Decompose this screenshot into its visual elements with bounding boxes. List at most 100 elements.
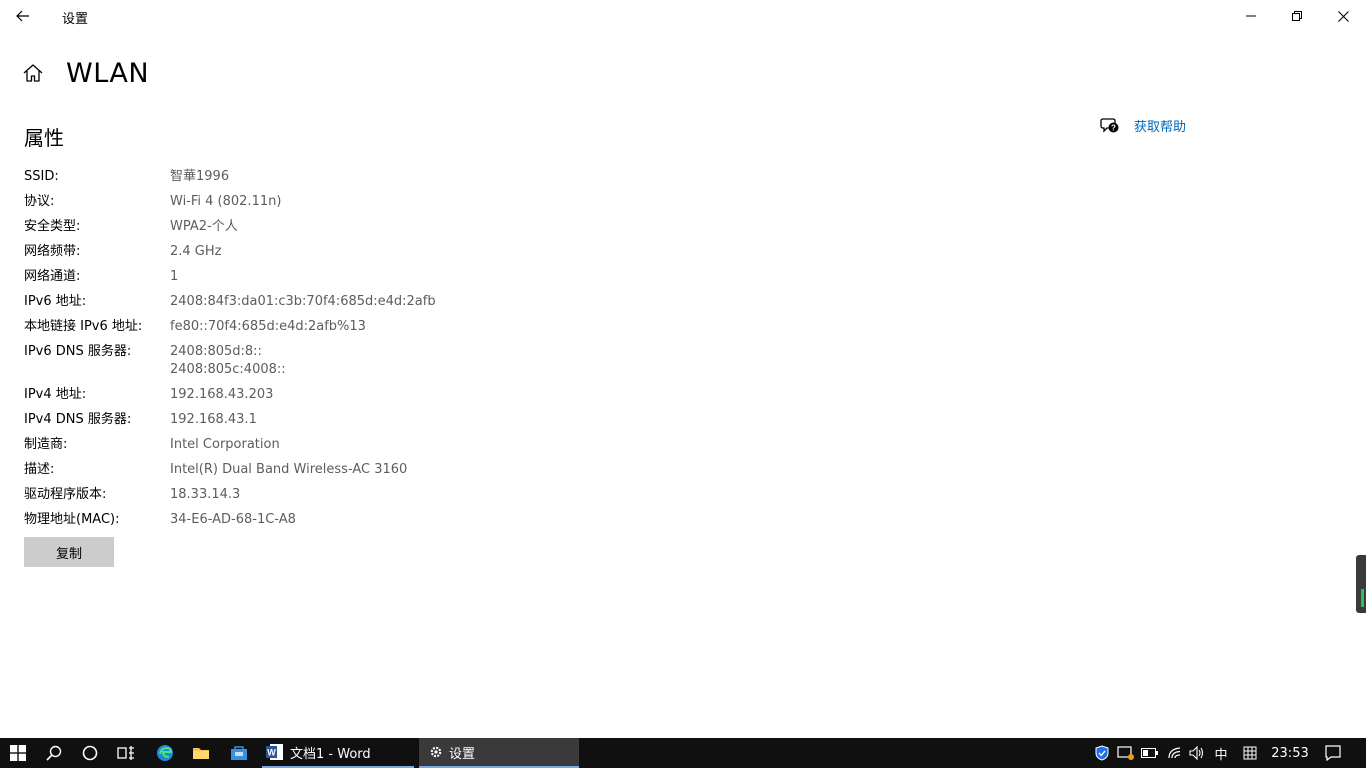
prop-value: Intel Corporation <box>170 437 280 452</box>
prop-value: Wi-Fi 4 (802.11n) <box>170 194 282 209</box>
search-button[interactable] <box>36 738 72 768</box>
start-button[interactable] <box>0 738 36 768</box>
prop-label: SSID: <box>24 169 59 184</box>
prop-value: 2408:84f3:da01:c3b:70f4:685d:e4d:2afb <box>170 294 436 309</box>
store-bag-icon <box>231 746 247 760</box>
prop-label: 本地链接 IPv6 地址: <box>24 319 143 334</box>
prop-label: 协议: <box>24 194 55 209</box>
cortana-button[interactable] <box>72 738 108 768</box>
tray-ime-options[interactable] <box>1240 738 1260 768</box>
tray-volume[interactable] <box>1187 738 1207 768</box>
prop-value: 2408:805d:8:: <box>170 344 262 359</box>
notification-icon <box>1325 745 1341 761</box>
shield-icon <box>1095 745 1109 761</box>
close-icon <box>1337 10 1349 22</box>
task-view-icon <box>117 746 134 760</box>
taskbar: W 文档1 - Word 设置 中 23:53 <box>0 738 1366 768</box>
prop-ssid: SSID: 智華1996 <box>24 168 624 186</box>
minimize-button[interactable] <box>1228 0 1274 32</box>
back-arrow-icon <box>16 10 29 22</box>
prop-value-multiline: 2408:805d:8:: 2408:805c:4008:: <box>170 343 286 379</box>
page-header: WLAN <box>22 56 149 90</box>
prop-ipv6-address: IPv6 地址: 2408:84f3:da01:c3b:70f4:685d:e4… <box>24 293 624 311</box>
prop-label: IPv6 地址: <box>24 294 87 309</box>
folder-icon <box>193 748 209 759</box>
ime-grid-icon <box>1243 746 1257 760</box>
prop-value: 34-E6-AD-68-1C-A8 <box>170 512 296 527</box>
restore-button[interactable] <box>1274 0 1320 32</box>
taskbar-settings-window[interactable]: 设置 <box>419 738 579 768</box>
window-title: 设置 <box>62 12 89 27</box>
handle-indicator <box>1361 589 1364 607</box>
speaker-icon <box>1189 746 1204 760</box>
monitor-alert-icon <box>1117 746 1134 760</box>
get-help[interactable]: ? 获取帮助 <box>1100 116 1186 135</box>
gear-icon <box>430 746 442 758</box>
section-title: 属性 <box>24 126 64 150</box>
prop-label: 网络通道: <box>24 269 81 284</box>
tray-app-update[interactable] <box>1116 738 1136 768</box>
home-icon[interactable] <box>22 62 44 84</box>
prop-ipv6-dns: IPv6 DNS 服务器: 2408:805d:8:: 2408:805c:40… <box>24 343 624 379</box>
get-help-link[interactable]: 获取帮助 <box>1134 116 1186 135</box>
tray-battery[interactable] <box>1140 738 1160 768</box>
prop-value: 1 <box>170 269 179 284</box>
prop-label: IPv4 地址: <box>24 387 87 402</box>
prop-link-local-ipv6: 本地链接 IPv6 地址: fe80::70f4:685d:e4d:2afb%1… <box>24 318 624 336</box>
prop-description: 描述: Intel(R) Dual Band Wireless-AC 3160 <box>24 461 624 479</box>
properties-list: SSID: 智華1996 协议: Wi-Fi 4 (802.11n) 安全类型:… <box>24 168 624 536</box>
word-icon: W <box>266 744 283 760</box>
taskbar-store[interactable] <box>221 738 257 768</box>
prop-value: WPA2-个人 <box>170 219 238 234</box>
tray-clock[interactable]: 23:53 <box>1266 738 1314 768</box>
battery-icon <box>1141 748 1158 758</box>
copy-button[interactable]: 复制 <box>24 537 114 567</box>
task-view-button[interactable] <box>108 738 144 768</box>
prop-value: 2408:805c:4008:: <box>170 362 286 377</box>
tray-wifi[interactable] <box>1165 738 1185 768</box>
tray-security[interactable] <box>1092 738 1112 768</box>
tray-action-center[interactable] <box>1320 738 1346 768</box>
close-button[interactable] <box>1320 0 1366 32</box>
prop-value: 18.33.14.3 <box>170 487 241 502</box>
taskbar-word-window[interactable]: W 文档1 - Word <box>262 738 414 768</box>
prop-label: 安全类型: <box>24 219 81 234</box>
prop-label: 物理地址(MAC): <box>24 512 120 527</box>
restore-icon <box>1292 11 1302 21</box>
title-bar: 设置 <box>0 0 1366 32</box>
prop-driver-version: 驱动程序版本: 18.33.14.3 <box>24 486 624 504</box>
prop-value: 智華1996 <box>170 169 230 184</box>
prop-value: Intel(R) Dual Band Wireless-AC 3160 <box>170 462 408 477</box>
prop-label: IPv6 DNS 服务器: <box>24 344 132 359</box>
prop-channel: 网络通道: 1 <box>24 268 624 286</box>
settings-window-label: 设置 <box>449 746 476 762</box>
help-chat-icon: ? <box>1100 117 1119 133</box>
prop-mac-address: 物理地址(MAC): 34-E6-AD-68-1C-A8 <box>24 511 624 529</box>
back-button[interactable] <box>8 2 38 30</box>
prop-ipv4-dns: IPv4 DNS 服务器: 192.168.43.1 <box>24 411 624 429</box>
page-title: WLAN <box>66 57 150 89</box>
svg-text:?: ? <box>1111 123 1116 132</box>
word-window-label: 文档1 - Word <box>290 746 371 762</box>
prop-value: fe80::70f4:685d:e4d:2afb%13 <box>170 319 366 334</box>
prop-ipv4-address: IPv4 地址: 192.168.43.203 <box>24 386 624 404</box>
prop-value: 192.168.43.1 <box>170 412 257 427</box>
prop-value: 192.168.43.203 <box>170 387 274 402</box>
svg-text:W: W <box>267 748 276 758</box>
wifi-icon <box>1168 747 1181 759</box>
prop-band: 网络频带: 2.4 GHz <box>24 243 624 261</box>
prop-label: 网络频带: <box>24 244 81 259</box>
minimize-icon <box>1246 15 1256 17</box>
prop-protocol: 协议: Wi-Fi 4 (802.11n) <box>24 193 624 211</box>
tray-ime-mode[interactable]: 中 <box>1210 738 1232 768</box>
prop-security-type: 安全类型: WPA2-个人 <box>24 218 624 236</box>
prop-manufacturer: 制造商: Intel Corporation <box>24 436 624 454</box>
prop-label: 描述: <box>24 462 55 477</box>
prop-label: 驱动程序版本: <box>24 487 107 502</box>
prop-label: 制造商: <box>24 437 68 452</box>
taskbar-edge[interactable] <box>147 738 183 768</box>
search-icon <box>46 745 62 761</box>
taskbar-file-explorer[interactable] <box>183 738 219 768</box>
side-panel-handle[interactable] <box>1356 555 1366 613</box>
prop-value: 2.4 GHz <box>170 244 222 259</box>
